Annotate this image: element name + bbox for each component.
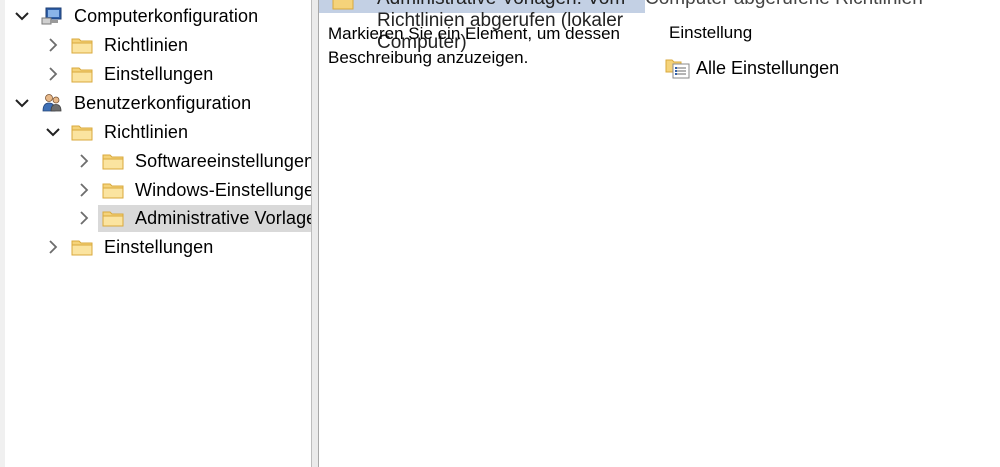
chevron-down-icon[interactable] [14,8,30,24]
tree-item-label: Einstellungen [104,237,214,257]
details-header-subtitle: Computer abgerufene Richtlinien [645,0,923,10]
details-pane: Administrative Vorlagen: Vom Richtlinien… [319,0,1000,467]
chevron-right-icon[interactable] [76,153,92,169]
folder-icon [71,67,93,83]
tree-item-label: Benutzerkonfiguration [74,93,252,113]
tree-item-computerkonfiguration[interactable]: Computerkonfiguration [5,2,311,30]
tree-item-richtlinien[interactable]: Richtlinien [5,31,311,59]
tree-item-label: Computerkonfiguration [74,6,259,26]
settings-list-icon [665,59,690,79]
tree-item-label: Administrative Vorlagen [135,208,311,228]
chevron-down-icon[interactable] [14,95,30,111]
column-header-einstellung[interactable]: Einstellung [669,22,752,44]
details-header-right: Computer abgerufene Richtlinien [645,0,1000,13]
tree-pane[interactable]: Computerkonfiguration Richtlinien Einste… [5,0,311,467]
tree-item-einstellungen-user[interactable]: Einstellungen [5,233,311,261]
tree-item-administrative-vorlagen[interactable]: Administrative Vorlagen [5,204,311,232]
folder-icon [71,240,93,256]
tree-item-label: Einstellungen [104,64,214,84]
folder-icon [71,38,93,54]
tree-item-richtlinien-user[interactable]: Richtlinien [5,118,311,146]
tree-item-softwareeinstellungen[interactable]: Softwareeinstellungen [5,147,311,175]
tree-item-einstellungen[interactable]: Einstellungen [5,60,311,88]
details-header: Administrative Vorlagen: Vom Richtlinien… [319,0,645,53]
folder-icon [102,154,124,170]
chevron-right-icon[interactable] [45,37,61,53]
chevron-right-icon[interactable] [45,239,61,255]
folder-icon [102,211,124,227]
tree-item-label: Softwareeinstellungen [135,151,311,171]
chevron-right-icon[interactable] [76,210,92,226]
folder-icon [71,125,93,141]
folder-icon [102,183,124,199]
tree-item-label: Windows-Einstellungen [135,180,311,200]
chevron-down-icon[interactable] [45,124,61,140]
tree-item-benutzerkonfiguration[interactable]: Benutzerkonfiguration [5,89,311,117]
tree-item-label: Richtlinien [104,35,189,55]
description-text: Markieren Sie ein Element, um dessen Bes… [328,24,620,67]
tree-item-windows-einstellungen[interactable]: Windows-Einstellungen [5,176,311,204]
tree-item-label: Richtlinien [104,122,189,142]
folder-icon [332,0,354,10]
list-item-label: Alle Einstellungen [696,58,840,78]
users-icon [42,94,62,112]
pane-splitter[interactable] [311,0,319,467]
chevron-right-icon[interactable] [45,66,61,82]
computer-icon [41,7,62,25]
chevron-right-icon[interactable] [76,182,92,198]
